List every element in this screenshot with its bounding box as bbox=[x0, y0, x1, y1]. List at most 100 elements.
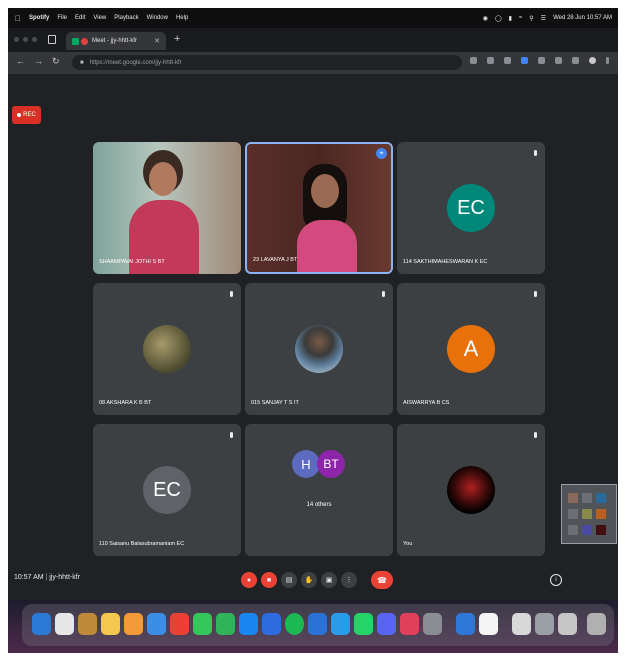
menu-edit[interactable]: Edit bbox=[75, 15, 85, 21]
menu-clock[interactable]: Wed 28 Jun 10:57 AM bbox=[553, 15, 612, 21]
screen-share-preview[interactable] bbox=[561, 484, 617, 544]
trash-icon[interactable] bbox=[587, 613, 606, 635]
browser-tab-bar: Meet - jjy-hhtt-kfr ✕ + bbox=[8, 28, 618, 52]
app-store-icon[interactable] bbox=[239, 613, 258, 635]
participant-name: 23 LAVANYA J BT bbox=[253, 257, 298, 263]
preview-icon[interactable] bbox=[55, 613, 74, 635]
whatsapp-icon[interactable] bbox=[354, 613, 373, 635]
more-menu-icon[interactable] bbox=[606, 57, 609, 64]
participant-avatar-image bbox=[143, 325, 191, 373]
zoom-icon[interactable] bbox=[308, 613, 327, 635]
edge-icon[interactable] bbox=[331, 613, 350, 635]
present-button[interactable]: ▣ bbox=[321, 572, 337, 588]
downloads-icon[interactable] bbox=[512, 613, 531, 635]
participant-tile-active[interactable]: ⌖ 23 LAVANYA J BT bbox=[245, 142, 393, 274]
end-call-button[interactable]: ☎ bbox=[371, 571, 393, 589]
address-bar[interactable]: ■ https://meet.google.com/jjy-hhtt-kfr bbox=[72, 55, 462, 70]
back-icon[interactable]: ← bbox=[16, 56, 25, 66]
doc-icon[interactable] bbox=[479, 613, 498, 635]
notes-icon[interactable] bbox=[101, 613, 120, 635]
browser-toolbar: ← → ↻ ■ https://meet.google.com/jjy-hhtt… bbox=[8, 52, 618, 74]
captions-button[interactable]: ▤ bbox=[281, 572, 297, 588]
more-options-button[interactable]: ⋮ bbox=[341, 572, 357, 588]
participant-group-tile[interactable]: H BT 14 others bbox=[245, 424, 393, 556]
status-icon-2[interactable]: ◯ bbox=[495, 15, 502, 22]
address-url: https://meet.google.com/jjy-hhtt-kfr bbox=[89, 59, 182, 66]
mic-toggle-button[interactable]: ● bbox=[241, 572, 257, 588]
status-icon-1[interactable]: ◉ bbox=[483, 15, 488, 22]
meeting-time-code: 10:57 AM | jjy-hhtt-kfr bbox=[14, 574, 81, 581]
participant-name: You bbox=[403, 541, 413, 547]
music-icon[interactable] bbox=[400, 613, 419, 635]
search-icon[interactable]: ⚲ bbox=[529, 15, 533, 22]
menu-playback[interactable]: Playback bbox=[114, 15, 138, 21]
extension-icon[interactable] bbox=[521, 57, 528, 64]
settings-icon[interactable] bbox=[423, 613, 442, 635]
meeting-code: jjy-hhtt-kfr bbox=[49, 574, 81, 581]
meeting-time: 10:57 AM bbox=[14, 574, 44, 581]
menu-app-name[interactable]: Spotify bbox=[29, 15, 49, 21]
apple-menu-icon[interactable]:  bbox=[15, 14, 21, 23]
meeting-info-button[interactable]: i bbox=[550, 574, 562, 586]
menu-help[interactable]: Help bbox=[176, 15, 188, 21]
discord-icon[interactable] bbox=[377, 613, 396, 635]
photos-icon[interactable] bbox=[124, 613, 143, 635]
app-icon[interactable] bbox=[78, 613, 97, 635]
forward-icon[interactable]: → bbox=[34, 56, 43, 66]
recording-tab-icon bbox=[81, 37, 88, 45]
recent-file-icon[interactable] bbox=[535, 613, 554, 635]
extension-icon[interactable] bbox=[538, 57, 545, 64]
chrome-icon[interactable] bbox=[170, 613, 189, 635]
status-area: ◉ ◯ ▮ ≈ ⚲ ☰ Wed 28 Jun 10:57 AM bbox=[483, 8, 612, 28]
new-tab-icon[interactable]: + bbox=[174, 33, 180, 45]
camera-toggle-button[interactable]: ■ bbox=[261, 572, 277, 588]
hangup-icon: ☎ bbox=[377, 575, 387, 585]
participant-avatar-image bbox=[295, 325, 343, 373]
menu-window[interactable]: Window bbox=[147, 15, 168, 21]
recording-indicator[interactable]: REC bbox=[12, 106, 41, 124]
tab-close-icon[interactable]: ✕ bbox=[154, 37, 160, 45]
menu-file[interactable]: File bbox=[57, 15, 67, 21]
extension-icon[interactable] bbox=[487, 57, 494, 64]
battery-icon[interactable]: ▮ bbox=[509, 15, 512, 22]
facetime-icon[interactable] bbox=[193, 613, 212, 635]
mac-dock bbox=[22, 604, 614, 646]
mic-off-icon bbox=[382, 291, 385, 297]
pin-icon[interactable]: ⌖ bbox=[376, 148, 387, 159]
safari-icon[interactable] bbox=[147, 613, 166, 635]
vscode-icon[interactable] bbox=[456, 613, 475, 635]
profile-avatar[interactable] bbox=[589, 57, 596, 64]
participant-tile[interactable]: 08 AKSHARA K B BT bbox=[93, 283, 241, 415]
participant-video bbox=[247, 144, 391, 272]
participant-tile[interactable]: EC 114 SAKTHIMAHESWARAN K EC bbox=[397, 142, 545, 274]
hand-icon: ✋ bbox=[304, 577, 314, 584]
participant-tile[interactable]: 015 SANJAY T S IT bbox=[245, 283, 393, 415]
control-center-icon[interactable]: ☰ bbox=[541, 15, 546, 22]
reload-icon[interactable]: ↻ bbox=[52, 56, 60, 67]
mic-off-icon bbox=[534, 291, 537, 297]
participant-tile[interactable]: EC 110 Saisanu Balasubramaniam EC bbox=[93, 424, 241, 556]
spotify-icon[interactable] bbox=[285, 613, 304, 635]
tab-search-icon[interactable] bbox=[48, 35, 56, 44]
browser-tab-meet[interactable]: Meet - jjy-hhtt-kfr ✕ bbox=[66, 32, 166, 50]
menu-view[interactable]: View bbox=[93, 15, 106, 21]
participant-tile[interactable]: SHAAMPAVAI JOTHI S BT bbox=[93, 142, 241, 274]
participant-tile[interactable]: A AISWARRYA B CS bbox=[397, 283, 545, 415]
window-controls[interactable] bbox=[14, 37, 37, 42]
extension-icon[interactable] bbox=[504, 57, 511, 64]
more-vert-icon: ⋮ bbox=[345, 577, 353, 584]
messages-icon[interactable] bbox=[216, 613, 235, 635]
extension-icon[interactable] bbox=[470, 57, 477, 64]
participant-avatar: EC bbox=[143, 466, 191, 514]
others-count: 14 others bbox=[306, 502, 332, 508]
extension-icon[interactable] bbox=[572, 57, 579, 64]
wifi-icon[interactable]: ≈ bbox=[519, 15, 522, 21]
raise-hand-button[interactable]: ✋ bbox=[301, 572, 317, 588]
record-dot-icon bbox=[17, 113, 22, 117]
finder-icon[interactable] bbox=[32, 613, 51, 635]
captions-icon: ▤ bbox=[285, 577, 293, 584]
mail-icon[interactable] bbox=[262, 613, 281, 635]
recent-file-icon[interactable] bbox=[558, 613, 577, 635]
participant-tile-self[interactable]: You bbox=[397, 424, 545, 556]
extension-icon[interactable] bbox=[555, 57, 562, 64]
